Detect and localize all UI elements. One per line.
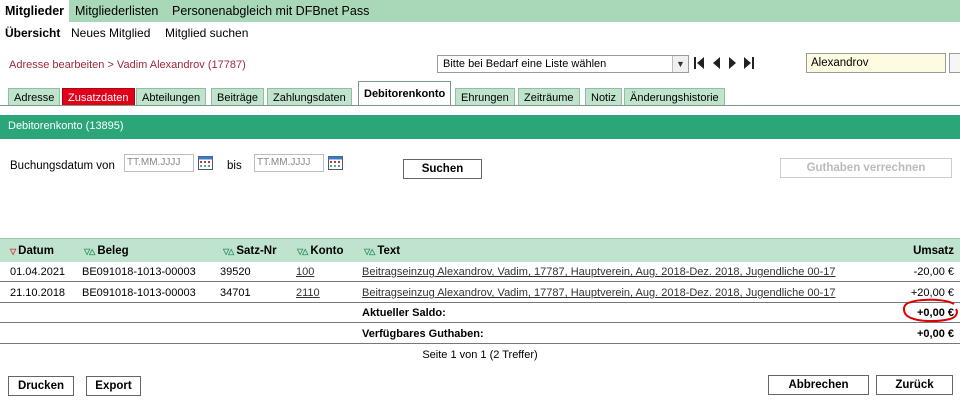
- tab-zusatzdaten[interactable]: Zusatzdaten: [62, 88, 135, 106]
- list-select-value: Bitte bei Bedarf eine Liste wählen: [443, 58, 607, 70]
- date-to-label: bis: [227, 160, 242, 172]
- sort-desc-icon: ▽: [10, 247, 16, 256]
- sort-icon: ▽△: [84, 247, 95, 256]
- subnav-mitglied-suchen[interactable]: Mitglied suchen: [160, 22, 253, 44]
- calendar-icon[interactable]: [198, 156, 213, 170]
- tab-beitraege[interactable]: Beiträge: [211, 88, 264, 106]
- list-select[interactable]: Bitte bei Bedarf eine Liste wählen ▼: [437, 55, 689, 73]
- cancel-button[interactable]: Abbrechen: [768, 375, 869, 395]
- cell-umsatz: -20,00 €: [913, 266, 954, 278]
- print-button[interactable]: Drucken: [8, 376, 74, 396]
- nav-personenabgleich[interactable]: Personenabgleich mit DFBnet Pass: [167, 0, 374, 22]
- previous-record-icon[interactable]: [710, 55, 722, 71]
- tab-aenderungshistorie[interactable]: Änderungshistorie: [624, 88, 725, 106]
- tab-abteilungen[interactable]: Abteilungen: [136, 88, 207, 106]
- subnav-uebersicht[interactable]: Übersicht: [0, 22, 65, 44]
- credit-offset-button[interactable]: Guthaben verrechnen: [780, 158, 952, 178]
- tab-zeitraeume[interactable]: Zeiträume: [518, 88, 580, 106]
- column-text[interactable]: ▽△ Text: [364, 239, 400, 263]
- tab-adresse[interactable]: Adresse: [8, 88, 61, 106]
- tab-debitorenkonto[interactable]: Debitorenkonto: [358, 81, 452, 106]
- column-umsatz: Umsatz: [913, 245, 954, 257]
- member-search-input[interactable]: Alexandrov: [806, 53, 946, 73]
- pager-info: Seite 1 von 1 (2 Treffer): [422, 349, 538, 361]
- export-button[interactable]: Export: [86, 376, 141, 396]
- guthaben-row: Verfügbares Guthaben: +0,00 €: [0, 324, 960, 344]
- cell-text-link[interactable]: Beitragseinzug Alexandrov, Vadim, 17787,…: [362, 283, 836, 303]
- breadcrumb[interactable]: Adresse bearbeiten > Vadim Alexandrov (1…: [9, 59, 246, 71]
- column-satz-nr[interactable]: ▽△ Satz-Nr: [223, 239, 277, 263]
- last-record-icon[interactable]: [743, 55, 755, 71]
- cell-datum: 21.10.2018: [10, 287, 66, 299]
- sort-icon: ▽△: [364, 247, 375, 256]
- calendar-icon[interactable]: [328, 156, 343, 170]
- date-to-input[interactable]: TT.MM.JJJJ: [254, 154, 324, 172]
- search-button[interactable]: Suchen: [403, 159, 482, 179]
- column-konto[interactable]: ▽△ Konto: [297, 239, 344, 263]
- sub-nav: Übersicht Neues Mitglied Mitglied suchen: [0, 22, 960, 44]
- date-from-input[interactable]: TT.MM.JJJJ: [124, 154, 194, 172]
- cell-satz-nr: 39520: [220, 266, 251, 278]
- tab-zahlungsdaten[interactable]: Zahlungsdaten: [267, 88, 352, 106]
- first-record-icon[interactable]: [693, 55, 705, 71]
- column-beleg[interactable]: ▽△ Beleg: [84, 239, 129, 263]
- tab-notiz[interactable]: Notiz: [585, 88, 623, 106]
- chevron-down-icon[interactable]: ▼: [672, 56, 688, 72]
- saldo-row: Aktueller Saldo: +0,00 €: [0, 303, 960, 323]
- search-button[interactable]: [949, 53, 960, 73]
- cell-datum: 01.04.2021: [10, 266, 66, 278]
- cell-satz-nr: 34701: [220, 287, 251, 299]
- column-datum[interactable]: ▽ Datum: [10, 239, 54, 263]
- date-from-label: Buchungsdatum von: [10, 160, 115, 172]
- nav-mitglieder[interactable]: Mitglieder: [0, 0, 70, 22]
- highlight-circle: [903, 298, 958, 323]
- back-button[interactable]: Zurück: [876, 375, 953, 395]
- cell-text-link[interactable]: Beitragseinzug Alexandrov, Vadim, 17787,…: [362, 262, 836, 282]
- next-record-icon[interactable]: [727, 55, 739, 71]
- tab-divider: [0, 105, 960, 106]
- top-nav: Mitglieder Mitgliederlisten Personenabgl…: [0, 0, 960, 22]
- table-row: 01.04.2021 BE091018-1013-00003 39520 100…: [0, 262, 960, 282]
- sort-icon: ▽△: [223, 247, 234, 256]
- cell-konto-link[interactable]: 2110: [296, 283, 320, 303]
- section-title: Debitorenkonto (13895): [0, 115, 960, 139]
- sort-icon: ▽△: [297, 247, 308, 256]
- saldo-label: Aktueller Saldo:: [362, 307, 446, 319]
- nav-mitgliederlisten[interactable]: Mitgliederlisten: [70, 0, 163, 22]
- cell-konto-link[interactable]: 100: [296, 262, 314, 282]
- tab-bar: Adresse Zusatzdaten Abteilungen Beiträge…: [0, 78, 960, 106]
- subnav-neues-mitglied[interactable]: Neues Mitglied: [66, 22, 155, 44]
- tab-ehrungen[interactable]: Ehrungen: [455, 88, 515, 106]
- guthaben-label: Verfügbares Guthaben:: [362, 328, 484, 340]
- cell-beleg: BE091018-1013-00003: [82, 266, 196, 278]
- guthaben-value: +0,00 €: [916, 328, 954, 340]
- table-row: 21.10.2018 BE091018-1013-00003 34701 211…: [0, 283, 960, 303]
- cell-beleg: BE091018-1013-00003: [82, 287, 196, 299]
- table-header: ▽ Datum ▽△ Beleg ▽△ Satz-Nr ▽△ Konto ▽△ Text …: [0, 238, 960, 262]
